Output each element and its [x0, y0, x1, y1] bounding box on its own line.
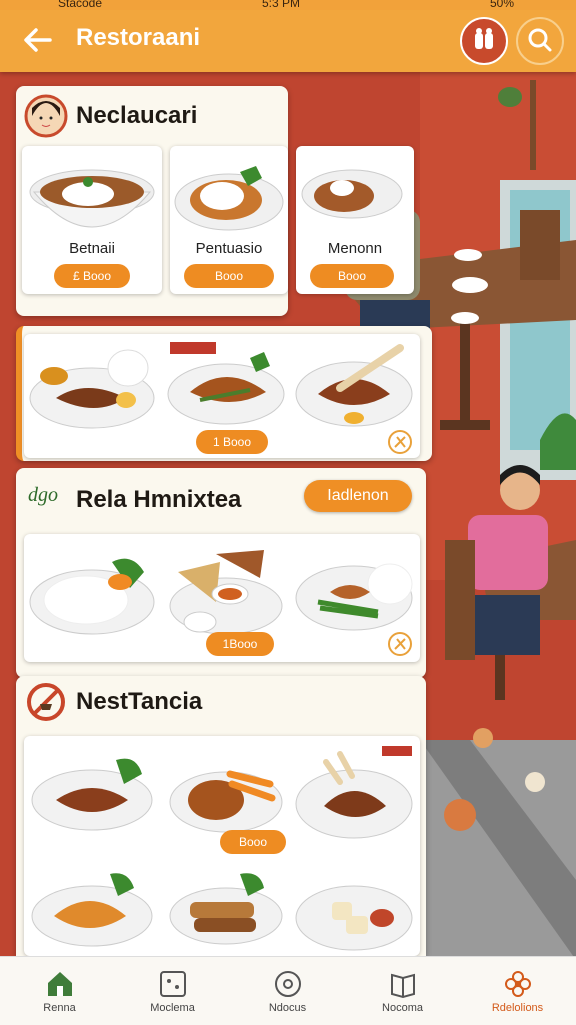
home-icon: [48, 972, 72, 996]
dish-name: Menonn: [327, 240, 383, 257]
dish-card[interactable]: 1 Booo: [24, 334, 420, 458]
curry-plate-image: [301, 169, 403, 219]
nav-item-renna[interactable]: Renna: [2, 957, 117, 1025]
nav-label: Renna: [43, 1002, 76, 1014]
bottom-nav: Renna Moclema Ndocus Nocoma Rdelolions: [0, 956, 576, 1025]
nav-label: Ndocus: [268, 1002, 307, 1014]
battery-text: 50%: [490, 0, 515, 10]
price-pill[interactable]: 1Booo: [206, 632, 274, 656]
price-pill[interactable]: £ Booo: [54, 264, 130, 288]
back-button[interactable]: [20, 22, 56, 58]
section-title: NestTancia: [76, 688, 203, 715]
nav-label: Nocoma: [382, 1002, 423, 1014]
dish-name: Pentuasio: [195, 240, 263, 257]
nav-item-moclema[interactable]: Moclema: [115, 957, 230, 1025]
price-pill[interactable]: 1 Booo: [196, 430, 268, 454]
fork-knife-icon: [388, 430, 412, 454]
brand-logo: dgo: [28, 484, 58, 506]
nav-label: Moclema: [150, 1002, 195, 1014]
profile-button[interactable]: [460, 17, 508, 65]
price-pill[interactable]: Booo: [220, 830, 286, 854]
time-text: 5:3 PM: [262, 0, 301, 10]
dish-card[interactable]: Betnaii £ Booo: [22, 146, 162, 294]
rice-plate-image: [174, 166, 284, 231]
search-icon: [528, 28, 552, 52]
section-title: Rela Hmnixtea: [76, 486, 242, 513]
chicken-legs-plate-image: [295, 746, 413, 839]
price-pill[interactable]: Booo: [184, 264, 274, 288]
section-action-button[interactable]: Iadlenon: [304, 480, 412, 512]
book-icon: [391, 973, 415, 999]
flower-icon: [505, 971, 531, 997]
vegetable-plate-image: [169, 770, 283, 833]
chef-icon: [475, 28, 493, 49]
disc-icon: [275, 971, 301, 997]
nav-item-rdelolions[interactable]: Rdelolions: [460, 957, 575, 1025]
arrow-left-icon: [24, 28, 52, 52]
nav-item-nocoma[interactable]: Nocoma: [345, 957, 460, 1025]
grid-icon: [160, 971, 186, 997]
status-bar: Stacode 5:3 PM 50%: [0, 0, 576, 10]
rice-bowl-image: [29, 169, 155, 228]
no-food-icon: [27, 683, 65, 721]
dish-card[interactable]: Booo: [24, 736, 420, 956]
rice-plate-image: [29, 558, 155, 635]
roast-plate-image: [295, 344, 413, 427]
meat-plate-image: [29, 349, 155, 429]
sausage-plate-image: [31, 758, 153, 831]
price-pill[interactable]: Booo: [310, 264, 394, 288]
dish-card[interactable]: Pentuasio Booo: [170, 146, 288, 294]
stew-plate-image: [31, 873, 153, 947]
dish-card[interactable]: Menonn Booo: [296, 146, 414, 294]
section-title: Neclaucari: [76, 102, 198, 129]
page-title: Restoraani: [76, 24, 201, 51]
nav-label: Rdelolions: [491, 1002, 544, 1014]
avatar-icon: [24, 94, 68, 138]
tofu-plate-image: [295, 885, 413, 951]
app-header: Restoraani: [0, 0, 576, 72]
rolls-plate-image: [169, 873, 283, 945]
search-button[interactable]: [516, 17, 564, 65]
dish-card[interactable]: 1Booo: [24, 534, 420, 662]
dish-name: Betnaii: [69, 240, 115, 257]
fork-knife-icon: [388, 632, 412, 656]
nav-item-ndocus[interactable]: Ndocus: [230, 957, 345, 1025]
carrier-text: Stacode: [58, 0, 103, 10]
chicken-plate-image: [167, 342, 285, 425]
